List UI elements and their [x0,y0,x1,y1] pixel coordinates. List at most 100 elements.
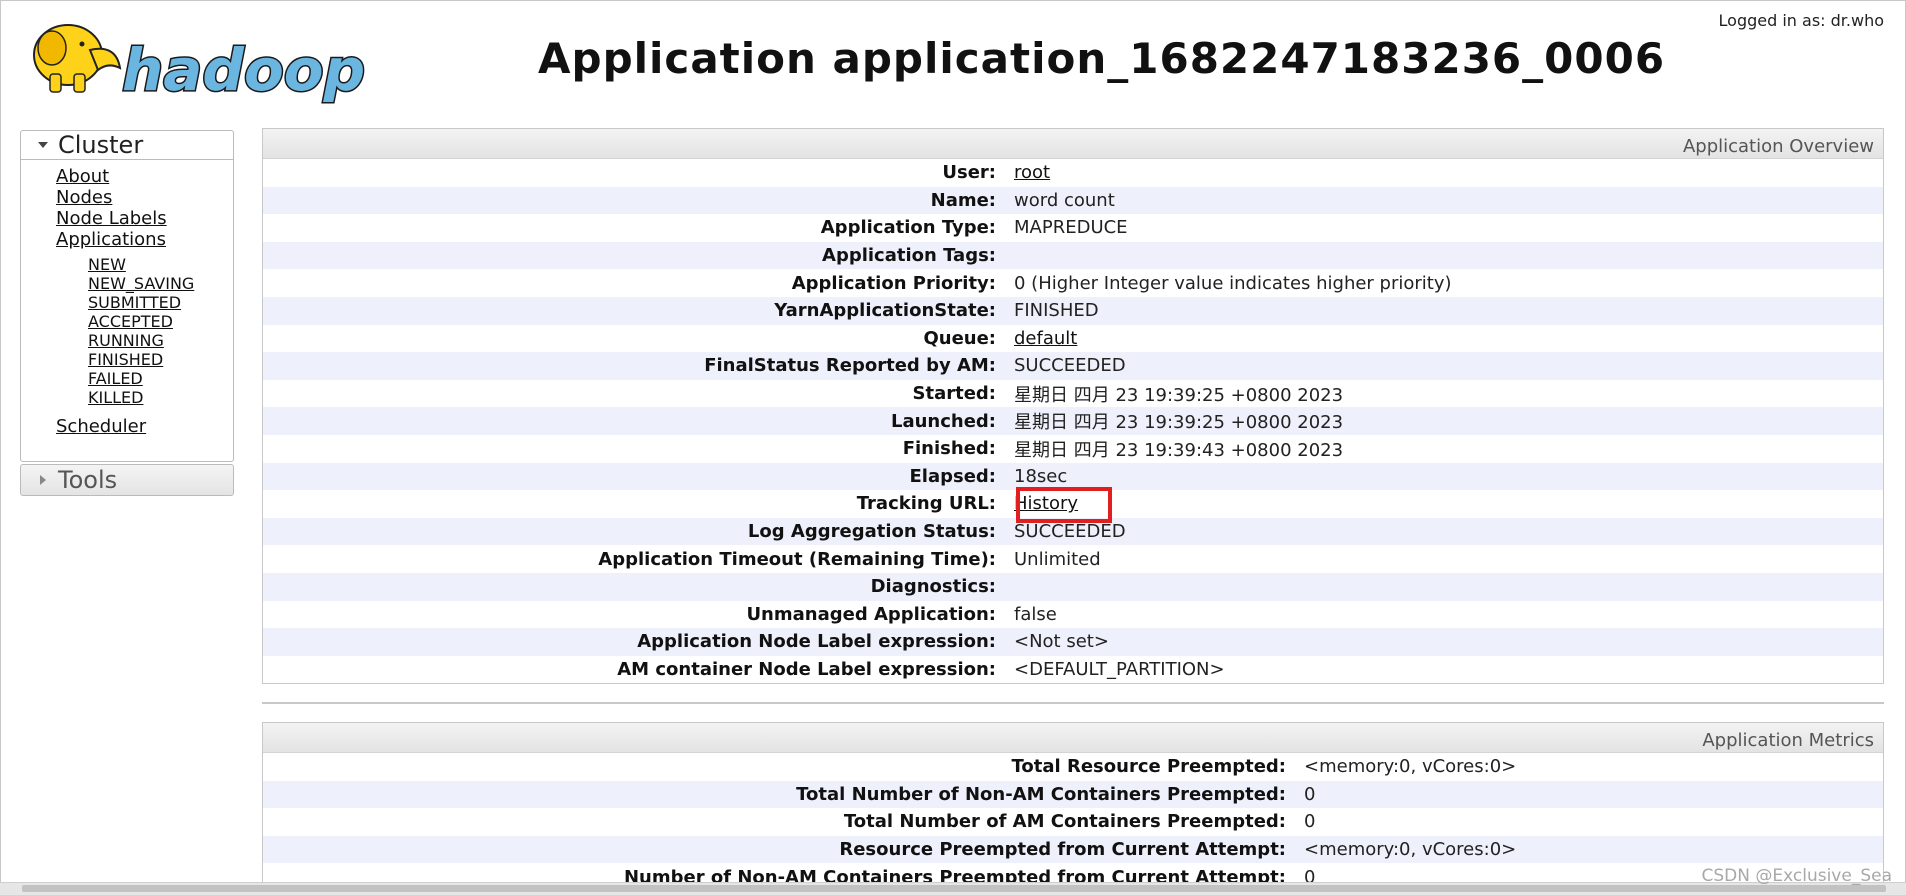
nav-link-about[interactable]: About [56,166,233,187]
info-row: AM container Node Label expression: <DEFA… [263,656,1883,684]
row-label: Tracking URL: [856,493,996,515]
hadoop-logo[interactable]: hadoop [18,10,398,105]
row-value: <Not set> [1014,631,1109,653]
metrics-panel-title: Application Metrics [263,723,1883,753]
row-label: Resource Preempted from Current Attempt: [839,839,1286,861]
row-value: MAPREDUCE [1014,217,1128,239]
row-value: 0 [1304,783,1316,805]
info-row: Unmanaged Application: false [263,601,1883,629]
chevron-right-icon [40,475,46,485]
info-row: Started: 星期日 四月 23 19:39:25 +0800 2023 [263,380,1883,408]
info-row: Queue: default [263,325,1883,353]
overview-panel-title: Application Overview [263,129,1883,159]
row-label: Application Node Label expression: [637,631,996,653]
nav-state-failed[interactable]: FAILED [88,369,233,388]
row-label: Elapsed: [909,465,996,487]
application-overview-panel: Application Overview User: root Name: word … [262,128,1884,685]
nav-link-nodes[interactable]: Nodes [56,187,233,208]
info-row: YarnApplicationState: FINISHED [263,296,1883,325]
info-row: User: root [263,159,1883,187]
row-label: Launched: [890,410,996,432]
info-row: Finished: 星期日 四月 23 19:39:43 +0800 2023 [263,435,1883,463]
row-value: word count [1014,189,1115,211]
nav-link-applications[interactable]: Applications [56,229,233,250]
tools-label: Tools [58,466,118,494]
watermark: CSDN @Exclusive_Sea [1701,866,1893,886]
row-value: FINISHED [1014,300,1099,322]
nav-link-scheduler[interactable]: Scheduler [56,416,233,437]
row-value-link[interactable]: root [1014,162,1050,183]
nav-state-killed[interactable]: KILLED [88,388,233,407]
row-value: 星期日 四月 23 19:39:25 +0800 2023 [1014,384,1344,406]
nav-state-new-saving[interactable]: NEW_SAVING [88,274,233,293]
info-row: Elapsed: 18sec [263,462,1883,491]
tools-nav[interactable]: Tools [20,464,234,496]
svg-text:hadoop: hadoop [122,36,365,104]
row-label: Application Tags: [822,245,996,267]
info-row: Total Number of Non-AM Containers Preemp… [263,780,1883,809]
row-value: 18sec [1014,465,1068,487]
page-title: Application application_1682247183236_00… [538,34,1666,83]
row-label: Application Type: [820,217,996,239]
row-value: 0 [1304,811,1316,833]
row-label: Name: [930,189,996,211]
row-label: Unmanaged Application: [746,603,996,625]
row-label: Total Number of Non-AM Containers Preemp… [796,783,1286,805]
row-value-link[interactable]: default [1014,328,1077,349]
horizontal-scrollbar[interactable] [0,882,1906,895]
row-label: YarnApplicationState: [774,300,996,322]
scrollbar-thumb[interactable] [22,885,1886,892]
info-row: Name: word count [263,186,1883,215]
cluster-label: Cluster [58,131,144,159]
row-value: root [1010,162,1050,183]
logged-in-label: Logged in as: dr.who [1718,11,1884,30]
row-value: SUCCEEDED [1014,355,1126,377]
info-row: Total Resource Preempted: <memory:0, vCor… [263,753,1883,781]
row-value: default [1010,328,1077,349]
row-value: <memory:0, vCores:0> [1304,756,1517,778]
nav-state-running[interactable]: RUNNING [88,331,233,350]
row-value: <memory:0, vCores:0> [1304,839,1517,861]
nav-state-finished[interactable]: FINISHED [88,350,233,369]
info-row: Resource Preempted from Current Attempt:… [263,835,1883,864]
nav-link-node-labels[interactable]: Node Labels [56,208,233,229]
info-row: Total Number of AM Containers Preempted:… [263,808,1883,836]
row-value: 星期日 四月 23 19:39:25 +0800 2023 [1014,412,1344,434]
chevron-down-icon [38,142,48,148]
row-value: <DEFAULT_PARTITION> [1014,658,1225,680]
cluster-header[interactable]: Cluster [21,131,233,160]
row-label: AM container Node Label expression: [617,658,996,680]
row-value: 星期日 四月 23 19:39:43 +0800 2023 [1014,439,1344,461]
cluster-nav: Cluster About Nodes Node Labels Applicat… [20,130,234,462]
nav-state-submitted[interactable]: SUBMITTED [88,293,233,312]
info-row: Diagnostics: [263,572,1883,601]
row-label: Total Number of AM Containers Preempted: [843,811,1286,833]
nav-state-new[interactable]: NEW [88,255,233,274]
info-row: Application Type: MAPREDUCE [263,214,1883,242]
row-value: 0 (Higher Integer value indicates higher… [1014,272,1452,294]
app-state-list: NEW NEW_SAVING SUBMITTED ACCEPTED RUNNIN… [21,250,233,416]
info-row: Application Tags: [263,241,1883,270]
info-row: Application Priority: 0 (Higher Integer v… [263,269,1883,297]
row-value: SUCCEEDED [1014,521,1126,543]
section-divider [262,702,1884,704]
row-label: FinalStatus Reported by AM: [704,355,996,377]
row-label: Queue: [923,327,996,349]
info-row: Launched: 星期日 四月 23 19:39:25 +0800 2023 [263,407,1883,435]
row-value: Unlimited [1014,548,1101,570]
row-value: false [1014,603,1057,625]
info-row: FinalStatus Reported by AM: SUCCEEDED [263,352,1883,380]
row-label: Total Resource Preempted: [1011,756,1286,778]
row-label: Started: [912,383,997,405]
application-metrics-panel: Application Metrics Total Resource Preem… [262,722,1884,894]
highlight-box [1016,487,1112,523]
info-row: Application Node Label expression: <Not s… [263,628,1883,656]
row-label: Finished: [902,438,996,460]
row-label: Application Timeout (Remaining Time): [598,548,996,570]
row-label: Diagnostics: [870,576,996,598]
row-label: Application Priority: [791,272,996,294]
row-label: User: [942,162,996,184]
info-row: Application Timeout (Remaining Time): Unl… [263,545,1883,573]
row-label: Log Aggregation Status: [747,521,996,543]
nav-state-accepted[interactable]: ACCEPTED [88,312,233,331]
